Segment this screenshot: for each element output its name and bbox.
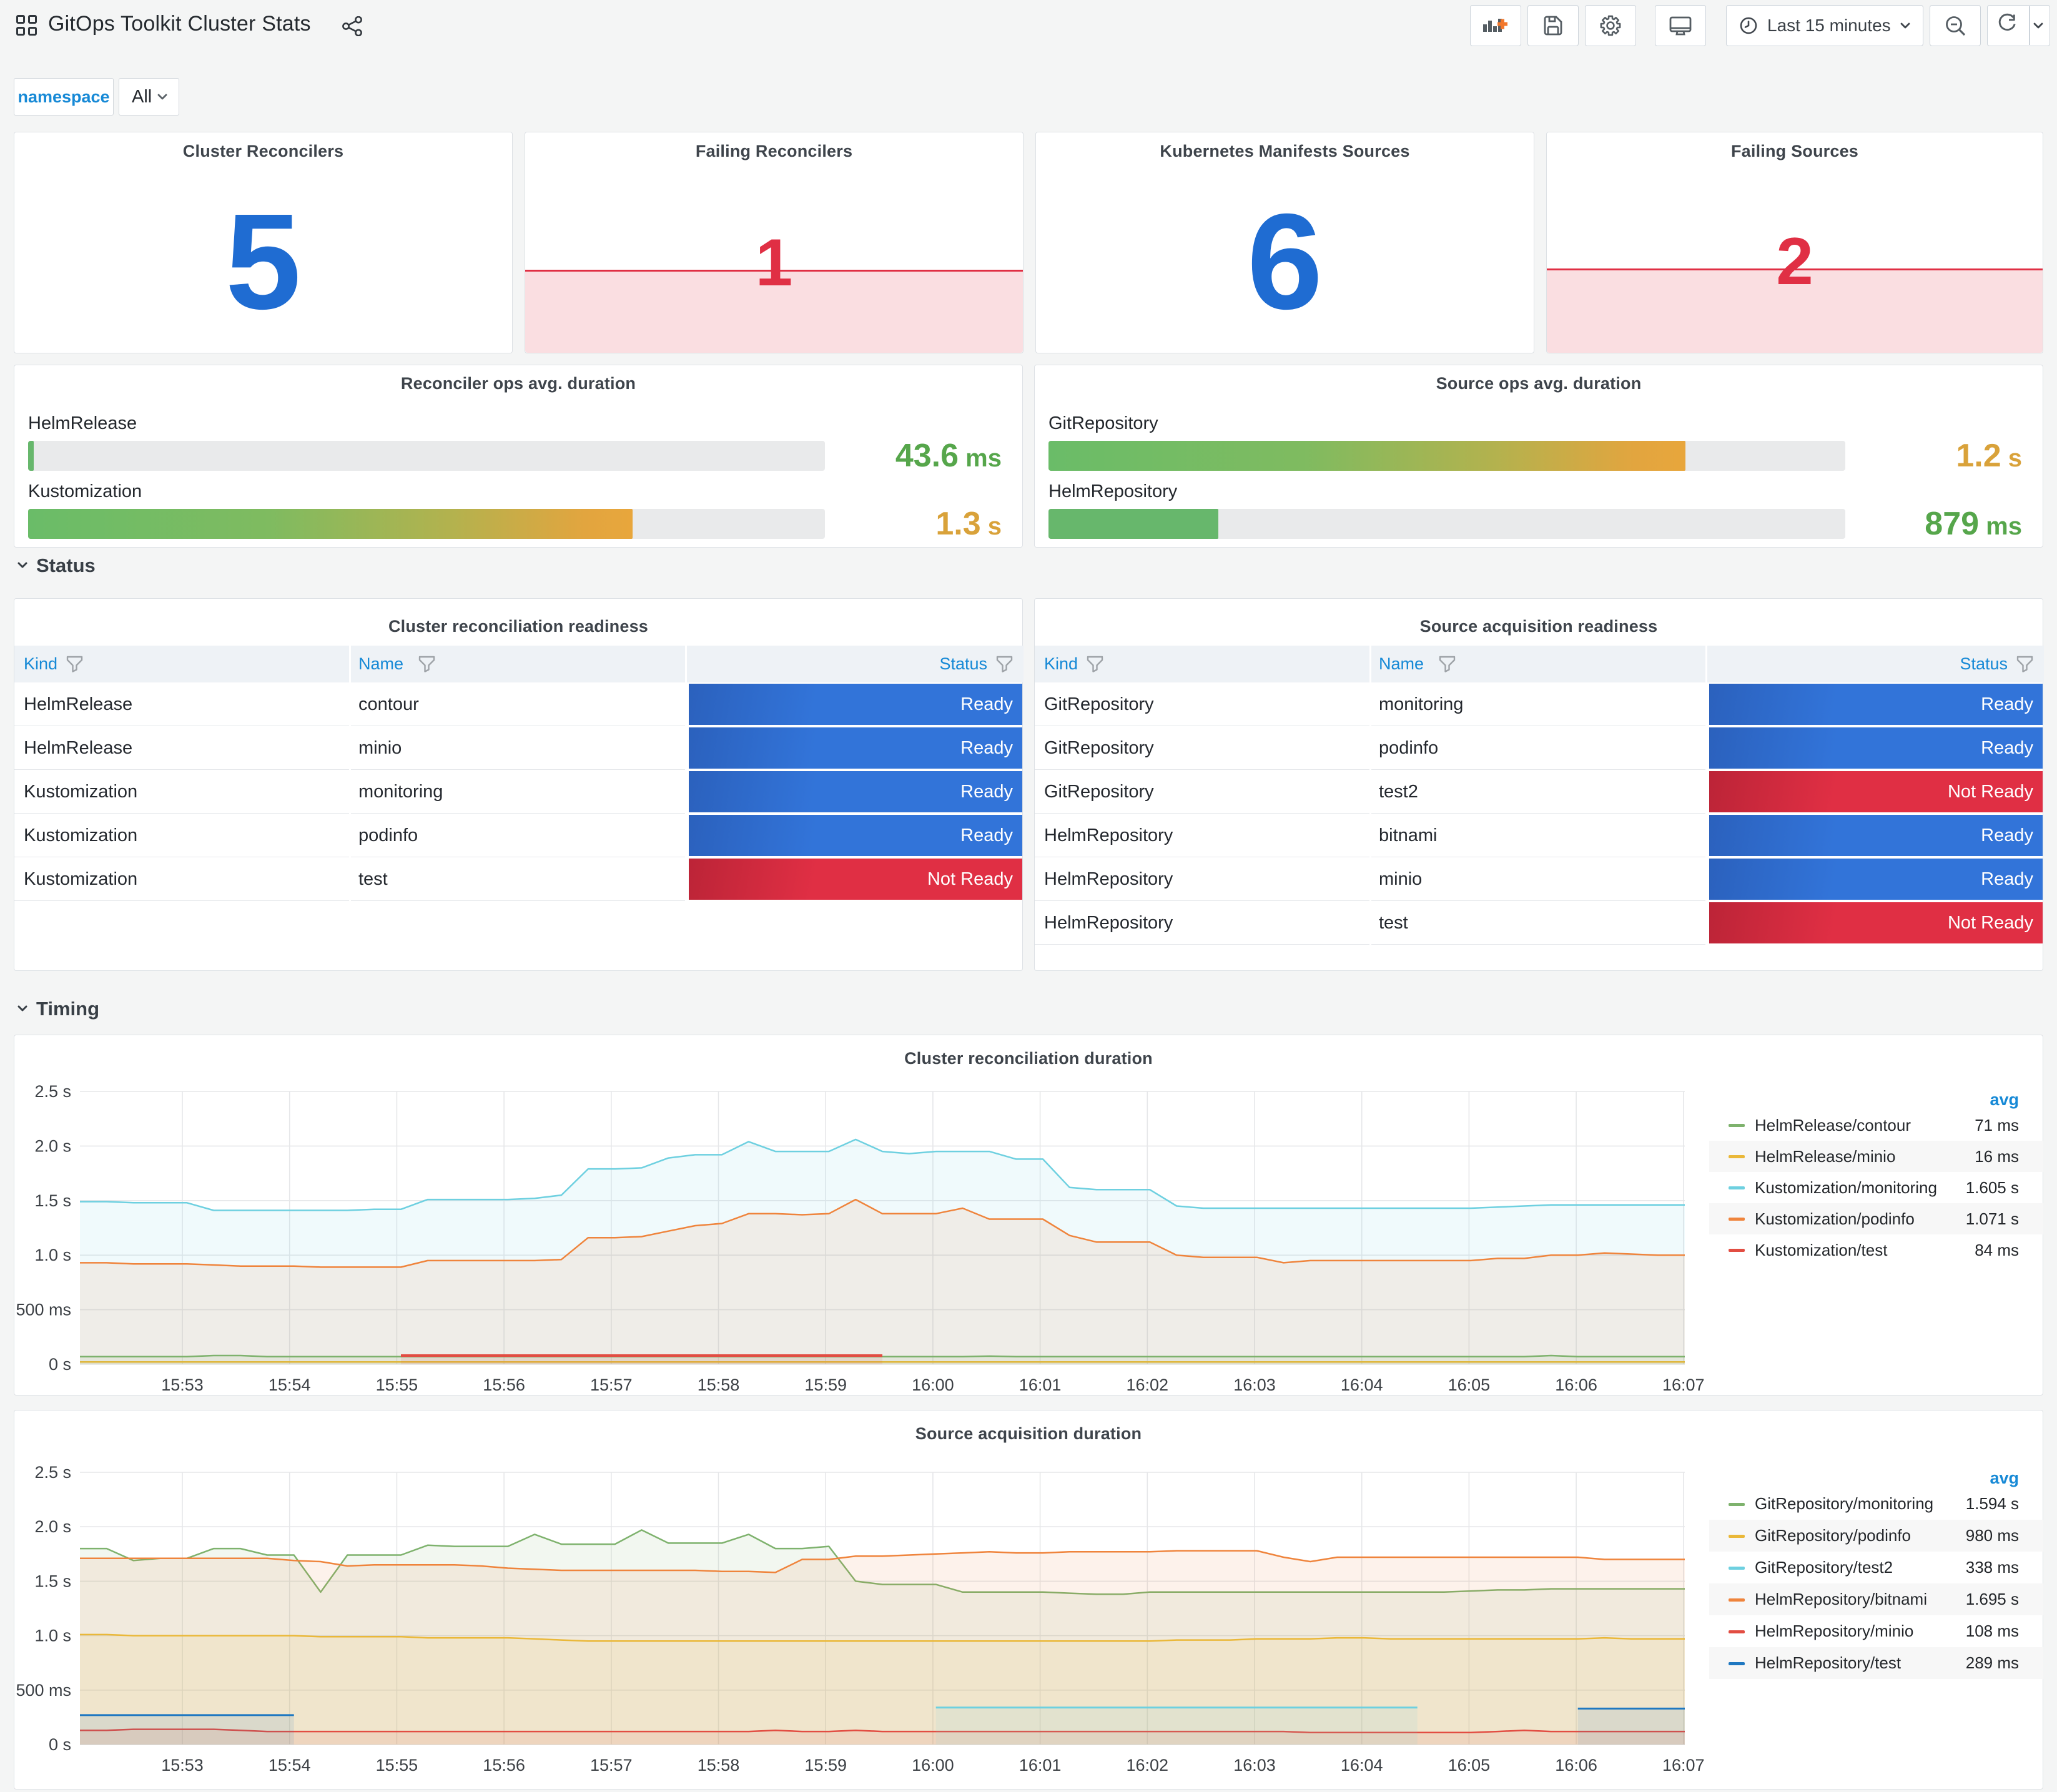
svg-text:15:53: 15:53 bbox=[161, 1756, 204, 1775]
svg-text:15:58: 15:58 bbox=[698, 1756, 740, 1775]
svg-text:16:04: 16:04 bbox=[1341, 1756, 1383, 1775]
svg-text:2.0 s: 2.0 s bbox=[34, 1517, 71, 1536]
svg-text:15:56: 15:56 bbox=[483, 1756, 525, 1775]
svg-text:0 s: 0 s bbox=[49, 1735, 71, 1754]
svg-text:16:07: 16:07 bbox=[1662, 1756, 1705, 1775]
svg-text:16:00: 16:00 bbox=[912, 1376, 954, 1394]
svg-text:16:01: 16:01 bbox=[1019, 1376, 1062, 1394]
svg-text:16:03: 16:03 bbox=[1233, 1756, 1276, 1775]
svg-text:15:57: 15:57 bbox=[590, 1376, 633, 1394]
svg-text:15:57: 15:57 bbox=[590, 1756, 633, 1775]
svg-text:2.5 s: 2.5 s bbox=[34, 1463, 71, 1482]
svg-text:15:56: 15:56 bbox=[483, 1376, 525, 1394]
svg-text:16:06: 16:06 bbox=[1555, 1376, 1597, 1394]
svg-text:16:02: 16:02 bbox=[1127, 1756, 1169, 1775]
svg-text:15:55: 15:55 bbox=[376, 1756, 418, 1775]
svg-text:1.5 s: 1.5 s bbox=[34, 1191, 71, 1210]
svg-text:15:54: 15:54 bbox=[269, 1376, 311, 1394]
svg-text:0 s: 0 s bbox=[49, 1355, 71, 1374]
svg-text:16:04: 16:04 bbox=[1341, 1376, 1383, 1394]
svg-text:15:59: 15:59 bbox=[804, 1756, 847, 1775]
svg-text:2.0 s: 2.0 s bbox=[34, 1136, 71, 1155]
svg-text:16:00: 16:00 bbox=[912, 1756, 954, 1775]
svg-text:15:58: 15:58 bbox=[698, 1376, 740, 1394]
svg-text:16:03: 16:03 bbox=[1233, 1376, 1276, 1394]
svg-text:15:55: 15:55 bbox=[376, 1376, 418, 1394]
svg-text:16:01: 16:01 bbox=[1019, 1756, 1062, 1775]
svg-text:16:06: 16:06 bbox=[1555, 1756, 1597, 1775]
svg-text:15:54: 15:54 bbox=[269, 1756, 311, 1775]
svg-text:16:05: 16:05 bbox=[1448, 1756, 1491, 1775]
svg-text:2.5 s: 2.5 s bbox=[34, 1082, 71, 1101]
svg-text:15:59: 15:59 bbox=[804, 1376, 847, 1394]
svg-text:1.0 s: 1.0 s bbox=[34, 1246, 71, 1264]
svg-text:1.5 s: 1.5 s bbox=[34, 1572, 71, 1590]
svg-text:16:02: 16:02 bbox=[1127, 1376, 1169, 1394]
svg-text:15:53: 15:53 bbox=[161, 1376, 204, 1394]
svg-text:1.0 s: 1.0 s bbox=[34, 1627, 71, 1645]
svg-text:500 ms: 500 ms bbox=[16, 1681, 71, 1700]
svg-text:16:05: 16:05 bbox=[1448, 1376, 1491, 1394]
svg-text:16:07: 16:07 bbox=[1662, 1376, 1705, 1394]
svg-text:500 ms: 500 ms bbox=[16, 1301, 71, 1319]
